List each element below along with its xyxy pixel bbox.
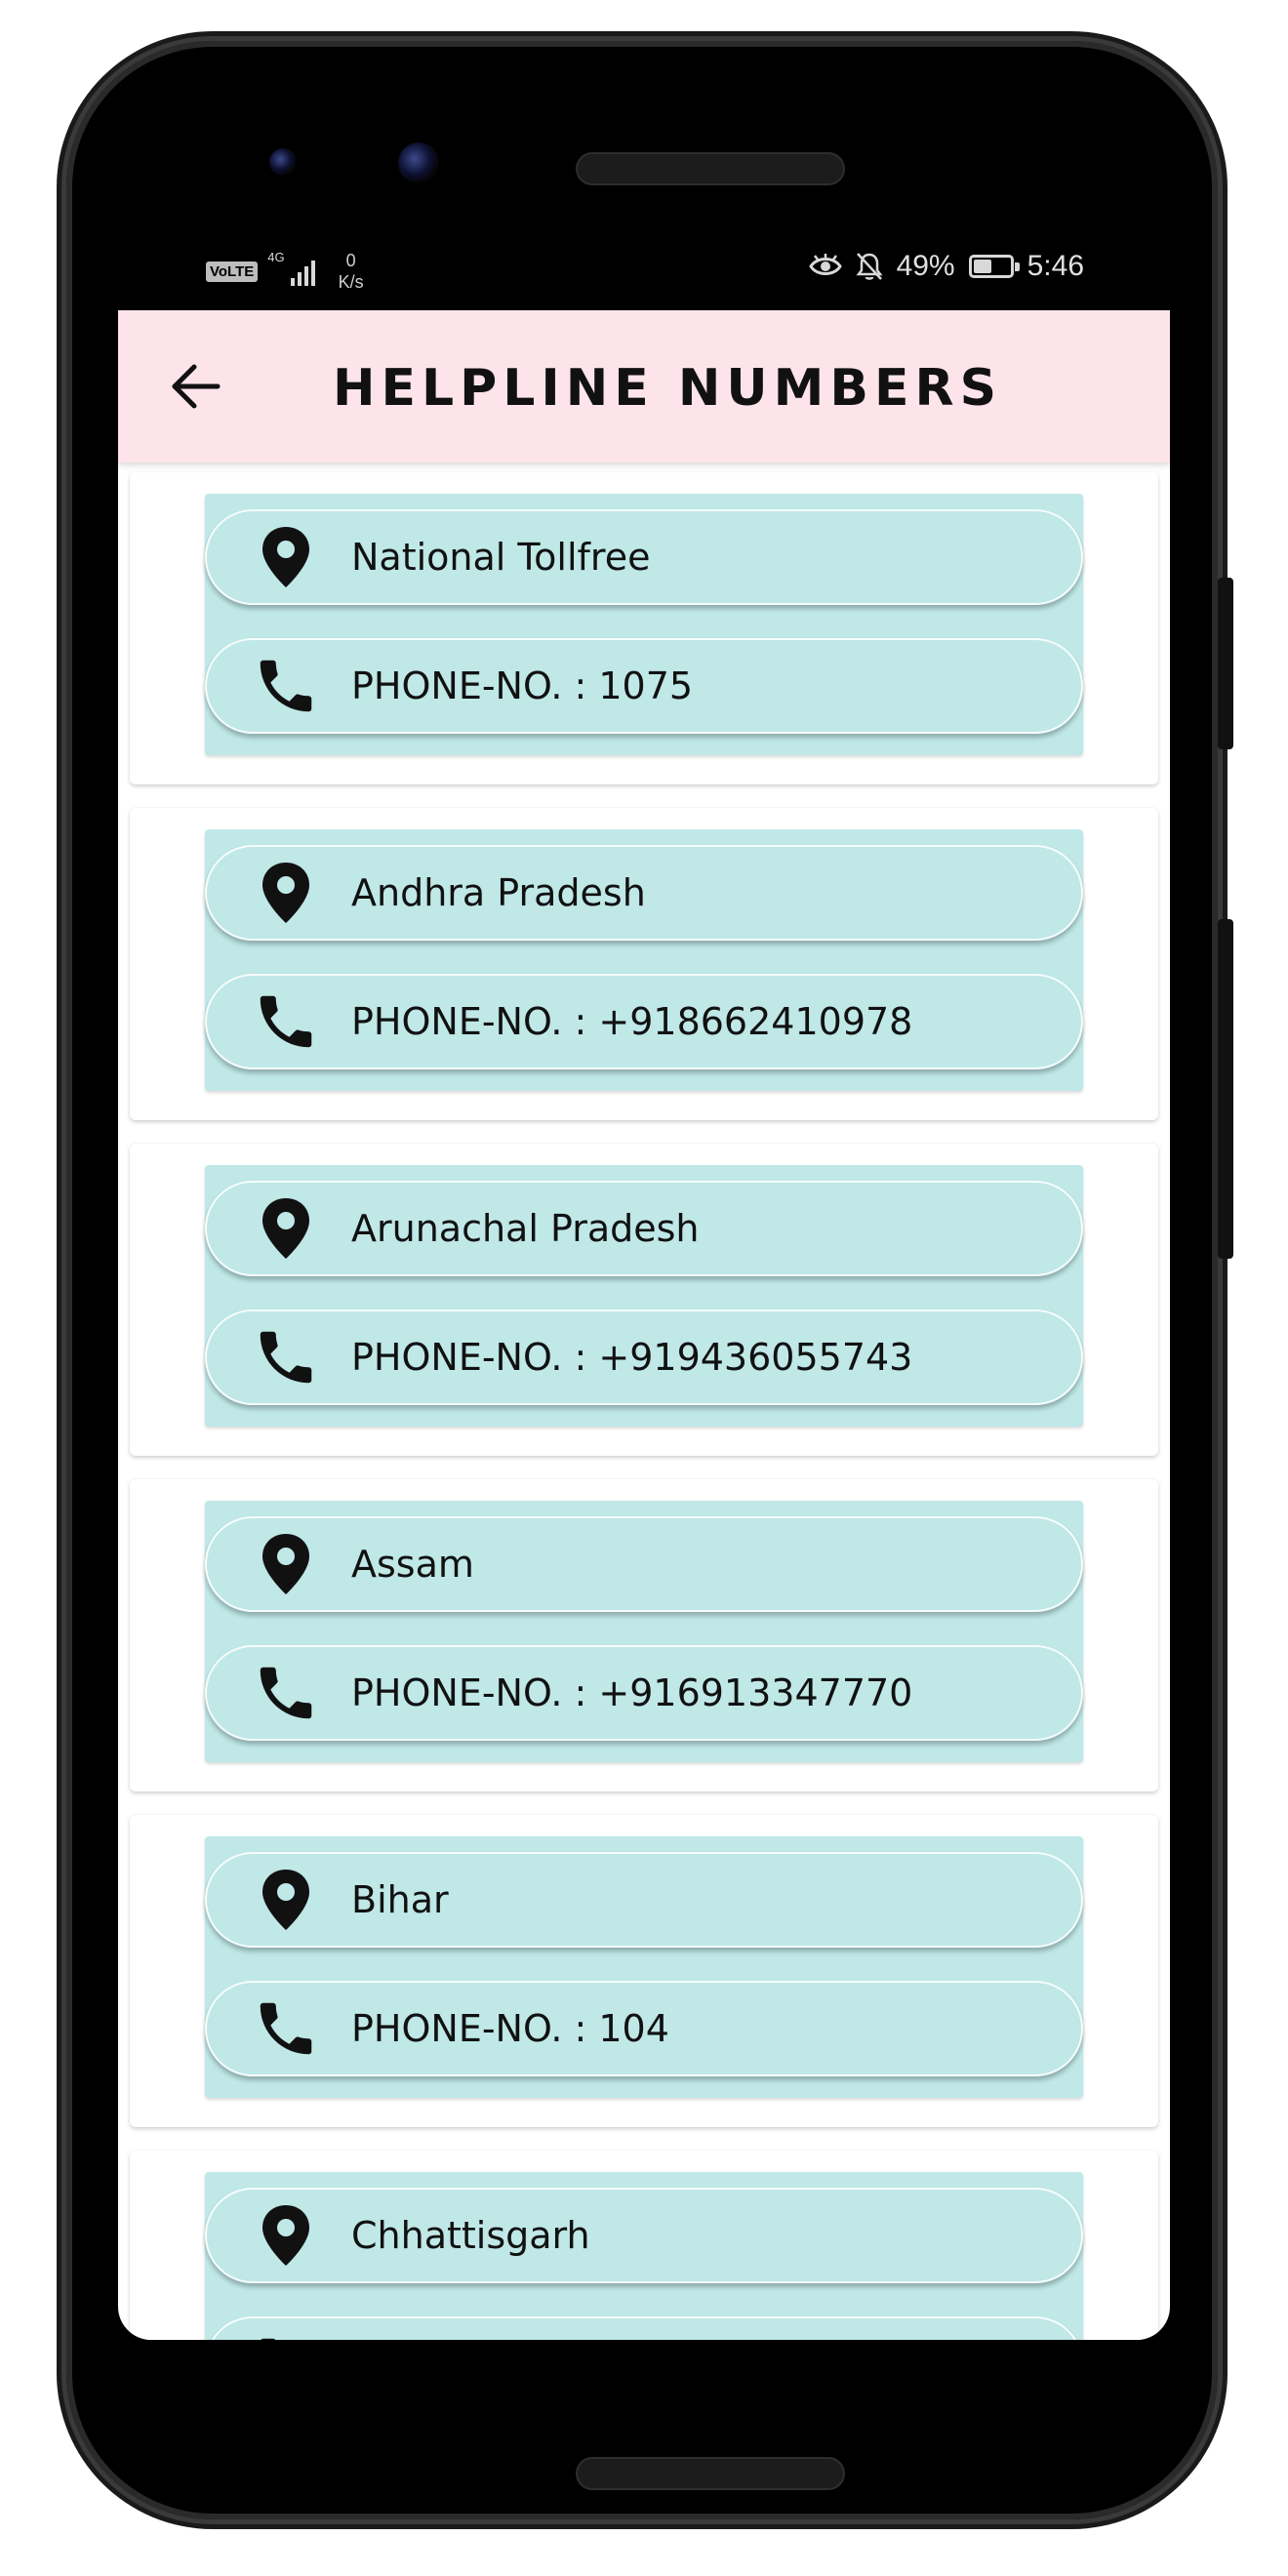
signal-strength-icon [290,257,315,286]
helpline-card: Assam PHONE-NO. : +916913347770 [130,1479,1158,1791]
phone-number-label: PHONE-NO. : 104 [351,2007,669,2050]
battery-level-fill [973,260,991,273]
location-pin-icon [262,863,309,923]
phone-number-label: PHONE-NO. : 1075 [351,664,694,707]
phone-icon-wrap [252,987,320,1056]
phone-icon [260,2002,312,2055]
helpline-card-body: Andhra Pradesh PHONE-NO. : +918662410978 [205,829,1083,1091]
phone-icon-wrap [252,1994,320,2063]
phone-icon [260,1331,312,1384]
helpline-card: Bihar PHONE-NO. : 104 [130,1815,1158,2127]
location-icon-wrap [252,2201,320,2270]
app-bar: HELPLINE NUMBERS [118,310,1170,463]
location-pin-icon [262,2205,309,2266]
phone-button[interactable] [205,2316,1083,2340]
phone-button[interactable]: PHONE-NO. : 1075 [205,638,1083,734]
location-button[interactable]: Bihar [205,1852,1083,1948]
location-pin-icon [262,1534,309,1594]
helpline-card-body: Chhattisgarh [205,2172,1083,2340]
volume-button[interactable] [1218,578,1233,749]
location-icon-wrap [252,1530,320,1598]
location-button[interactable]: Chhattisgarh [205,2188,1083,2283]
network-speed: 0 K/s [339,250,364,293]
screen: VoLTE 4G 0 K/s 49% 5:46 HELPLINE NUMBERS… [118,224,1170,2340]
eye-comfort-icon [808,254,842,275]
location-label: Assam [351,1543,474,1586]
front-camera-left [269,148,297,176]
phone-number-label: PHONE-NO. : +919436055743 [351,1336,913,1379]
network-type: 4G [267,250,285,264]
phone-icon-wrap [252,1659,320,1727]
phone-icon [260,995,312,1048]
page-title: HELPLINE NUMBERS [333,359,1003,418]
location-pin-icon [262,1870,309,1930]
location-icon-wrap [252,1866,320,1934]
helpline-card: Andhra Pradesh PHONE-NO. : +918662410978 [130,808,1158,1120]
helpline-card-body: Arunachal Pradesh PHONE-NO. : +9194360557… [205,1165,1083,1427]
status-bar: VoLTE 4G 0 K/s 49% 5:46 [118,224,1170,310]
helpline-card-body: Assam PHONE-NO. : +916913347770 [205,1501,1083,1762]
location-label: Bihar [351,1878,449,1921]
location-label: Arunachal Pradesh [351,1207,700,1250]
clock: 5:46 [1026,250,1084,282]
phone-icon-wrap [252,2330,320,2340]
battery-icon [968,255,1020,278]
volte-badge: VoLTE [206,261,259,282]
phone-icon [260,1667,312,1719]
helpline-card-body: Bihar PHONE-NO. : 104 [205,1836,1083,2098]
location-label: Chhattisgarh [351,2214,590,2257]
location-label: Andhra Pradesh [351,871,646,914]
helpline-card: Chhattisgarh [130,2151,1158,2340]
network-speed-unit: K/s [338,272,364,292]
location-pin-icon [262,1198,309,1259]
status-left: VoLTE 4G 0 K/s [206,250,364,293]
location-icon-wrap [252,859,320,927]
phone-icon [260,660,312,712]
helpline-card-body: National Tollfree PHONE-NO. : 1075 [205,494,1083,755]
phone-button[interactable]: PHONE-NO. : +919436055743 [205,1309,1083,1405]
phone-icon-wrap [252,652,320,720]
phone-button[interactable]: PHONE-NO. : +918662410978 [205,974,1083,1069]
phone-button[interactable]: PHONE-NO. : 104 [205,1981,1083,2076]
location-button[interactable]: Assam [205,1516,1083,1612]
phone-number-label: PHONE-NO. : +918662410978 [351,1000,913,1043]
location-icon-wrap [252,523,320,591]
location-icon-wrap [252,1194,320,1263]
notifications-off-icon [856,253,883,280]
battery-percent: 49% [896,250,955,282]
power-button[interactable] [1218,919,1233,1259]
location-label: National Tollfree [351,536,651,579]
back-button[interactable] [167,357,225,416]
helpline-list[interactable]: National Tollfree PHONE-NO. : 1075 Andhra … [118,463,1170,2340]
location-button[interactable]: Arunachal Pradesh [205,1181,1083,1276]
arrow-left-icon [172,364,221,409]
phone-icon [261,2338,276,2340]
status-right: 49% 5:46 [808,250,1084,283]
location-button[interactable]: Andhra Pradesh [205,845,1083,941]
helpline-card: National Tollfree PHONE-NO. : 1075 [130,472,1158,785]
phone-icon-wrap [252,1323,320,1391]
network-speed-value: 0 [345,251,356,270]
front-camera-right [398,142,439,183]
phone-button[interactable]: PHONE-NO. : +916913347770 [205,1645,1083,1741]
top-speaker [576,152,845,185]
phone-number-label: PHONE-NO. : +916913347770 [351,1671,913,1714]
location-button[interactable]: National Tollfree [205,509,1083,605]
location-pin-icon [262,527,309,587]
helpline-card: Arunachal Pradesh PHONE-NO. : +9194360557… [130,1144,1158,1456]
bottom-speaker [576,2457,845,2490]
